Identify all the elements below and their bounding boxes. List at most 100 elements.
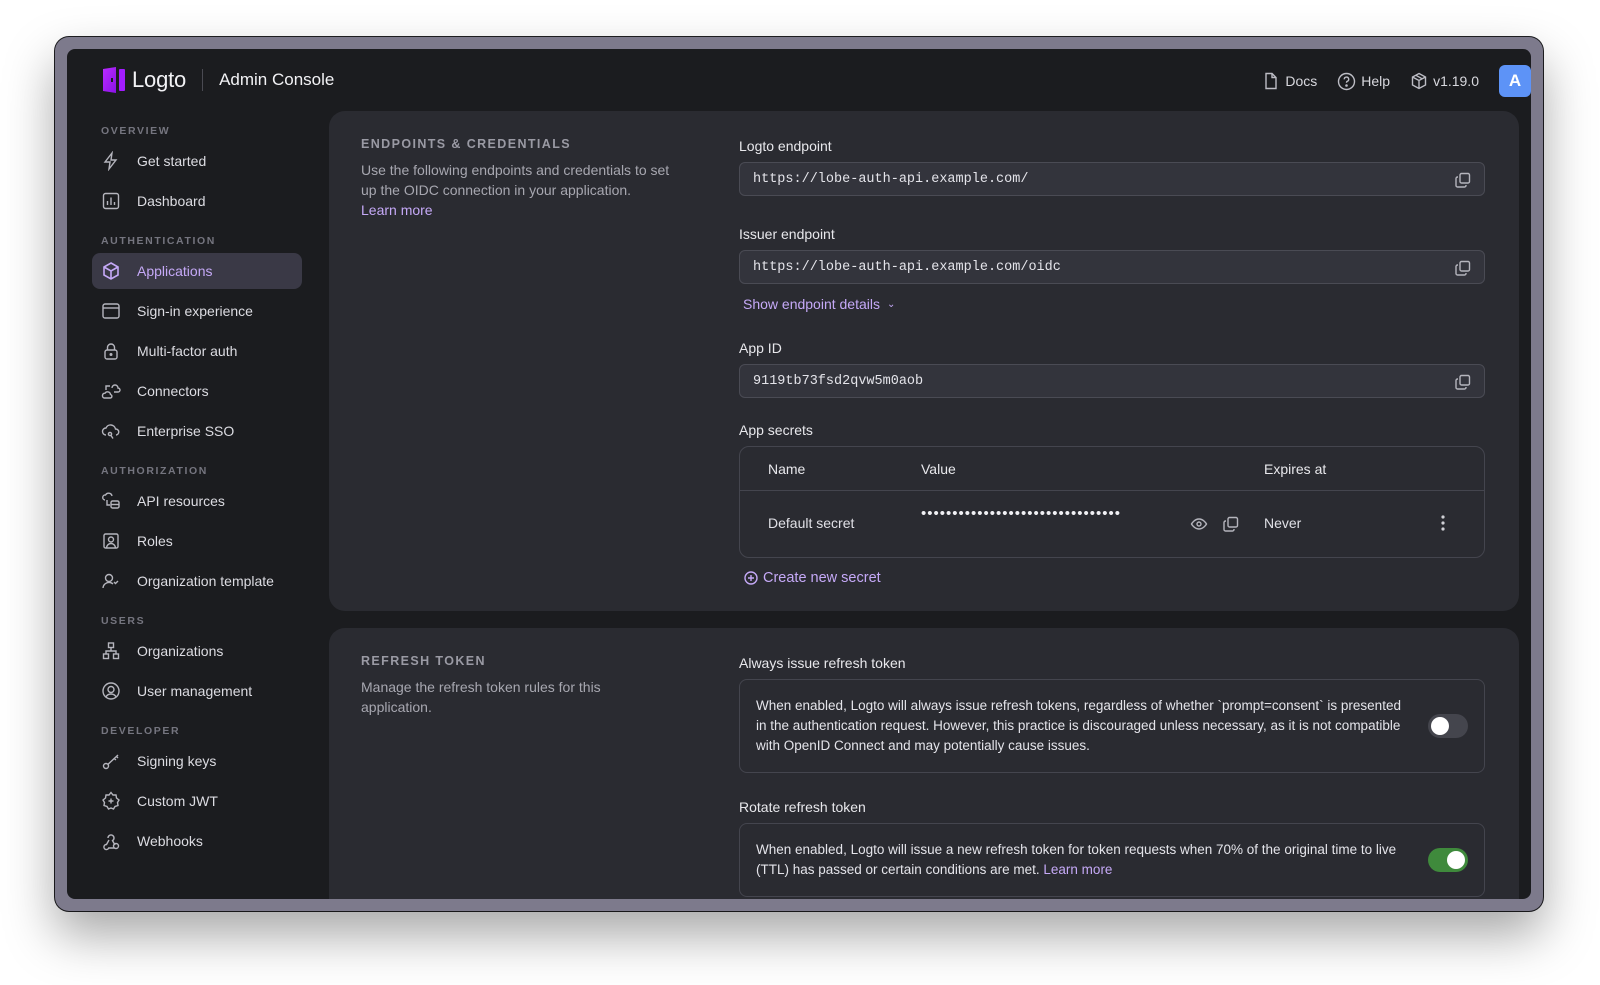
sidebar-item-get-started[interactable]: Get started	[92, 143, 302, 179]
package-icon	[1411, 72, 1427, 90]
sidebar-item-label: Sign-in experience	[137, 303, 253, 319]
show-endpoint-details-button[interactable]: Show endpoint details ⌄	[743, 296, 1485, 312]
rotate-toggle[interactable]	[1428, 848, 1468, 872]
main-content: ENDPOINTS & CREDENTIALS Use the followin…	[329, 111, 1531, 899]
user-circle-icon	[102, 682, 120, 700]
endpoints-credentials-card: ENDPOINTS & CREDENTIALS Use the followin…	[329, 111, 1519, 611]
card-intro: ENDPOINTS & CREDENTIALS Use the followin…	[361, 137, 681, 220]
app-id-value: 9119tb73fsd2qvw5m0aob	[753, 373, 924, 389]
table-row: Default secret •••••••••••••••••••••••••…	[740, 491, 1484, 557]
sidebar-item-roles[interactable]: Roles	[92, 523, 302, 559]
always-issue-description: When enabled, Logto will always issue re…	[756, 698, 1401, 753]
logto-endpoint-field[interactable]: https://lobe-auth-api.example.com/	[739, 162, 1485, 196]
description-text: Use the following endpoints and credenti…	[361, 162, 670, 198]
sidebar-item-user-management[interactable]: User management	[92, 673, 302, 709]
lightning-icon	[103, 151, 118, 171]
user-avatar[interactable]: A	[1499, 65, 1531, 97]
issuer-endpoint-field[interactable]: https://lobe-auth-api.example.com/oidc	[739, 250, 1485, 284]
rotate-setting: When enabled, Logto will issue a new ref…	[739, 823, 1485, 897]
docs-label: Docs	[1285, 73, 1318, 89]
sidebar-item-label: Dashboard	[137, 193, 206, 209]
cloud-key-icon	[101, 424, 120, 439]
card-heading: REFRESH TOKEN	[361, 654, 486, 668]
sidebar-item-multi-factor-auth[interactable]: Multi-factor auth	[92, 333, 302, 369]
sidebar-item-label: Custom JWT	[137, 793, 218, 809]
help-label: Help	[1361, 73, 1391, 89]
sidebar-item-custom-jwt[interactable]: Custom JWT	[92, 783, 302, 819]
top-bar: Logto Admin Console Docs Help v1.19.0 A	[67, 49, 1531, 111]
sidebar-item-label: Roles	[137, 533, 173, 549]
sidebar-item-dashboard[interactable]: Dashboard	[92, 183, 302, 219]
sidebar-item-sign-in-experience[interactable]: Sign-in experience	[92, 293, 302, 329]
sidebar-item-connectors[interactable]: Connectors	[92, 373, 302, 409]
column-header-expires: Expires at	[1264, 461, 1327, 477]
card-description: Manage the refresh token rules for this …	[361, 679, 601, 715]
create-new-secret-label: Create new secret	[763, 570, 881, 586]
top-actions: Docs Help v1.19.0 A	[1262, 65, 1531, 97]
cube-icon	[103, 262, 119, 280]
section-authentication: AUTHENTICATION	[101, 235, 216, 247]
brand-divider	[202, 69, 204, 91]
card-description: Use the following endpoints and credenti…	[361, 160, 681, 220]
eye-icon[interactable]	[1190, 515, 1208, 536]
connectors-icon	[101, 384, 121, 399]
secret-expires: Never	[1264, 515, 1302, 531]
sidebar-item-label: Organizations	[137, 643, 224, 659]
sidebar-item-label: Connectors	[137, 383, 209, 399]
issuer-endpoint-value: https://lobe-auth-api.example.com/oidc	[753, 259, 1061, 275]
app-id-field[interactable]: 9119tb73fsd2qvw5m0aob	[739, 364, 1485, 398]
sidebar-item-label: Get started	[137, 153, 207, 169]
help-circle-icon	[1338, 72, 1356, 90]
bar-chart-icon	[102, 192, 120, 210]
version-label: v1.19.0	[1433, 73, 1479, 89]
sidebar-item-signing-keys[interactable]: Signing keys	[92, 743, 302, 779]
sidebar-item-applications[interactable]: Applications	[92, 253, 302, 289]
secret-value-masked: ••••••••••••••••••••••••••••••••	[921, 505, 1122, 522]
docs-link[interactable]: Docs	[1262, 72, 1317, 90]
sidebar-item-api-resources[interactable]: API resources	[92, 483, 302, 519]
sidebar-item-label: Multi-factor auth	[137, 343, 238, 359]
credentials-form: Logto endpoint https://lobe-auth-api.exa…	[739, 136, 1485, 586]
help-link[interactable]: Help	[1337, 72, 1390, 91]
sidebar-item-label: User management	[137, 683, 253, 699]
rotate-learn-more-link[interactable]: Learn more	[1043, 862, 1112, 877]
sidebar-item-organization-template[interactable]: Organization template	[92, 563, 302, 599]
column-header-name: Name	[768, 461, 806, 477]
create-new-secret-button[interactable]: Create new secret	[744, 570, 1485, 586]
sidebar-item-label: Applications	[137, 263, 213, 279]
learn-more-link[interactable]: Learn more	[361, 202, 433, 218]
cloud-database-icon	[102, 492, 120, 509]
copy-icon[interactable]	[1222, 515, 1240, 536]
always-issue-toggle[interactable]	[1428, 714, 1468, 738]
logo-text: Logto	[132, 67, 187, 92]
sidebar-item-label: Enterprise SSO	[137, 423, 235, 439]
org-chart-icon	[102, 642, 120, 660]
copy-icon[interactable]	[1454, 171, 1472, 189]
card-heading: ENDPOINTS & CREDENTIALS	[361, 137, 571, 151]
sidebar: OVERVIEW Get started Dashboard AUTHENTIC…	[92, 121, 302, 863]
webhook-icon	[103, 834, 120, 851]
sidebar-item-organizations[interactable]: Organizations	[92, 633, 302, 669]
rotate-label: Rotate refresh token	[739, 799, 866, 815]
sidebar-item-enterprise-sso[interactable]: Enterprise SSO	[92, 413, 302, 449]
sidebar-item-label: Webhooks	[137, 833, 203, 849]
plus-circle-icon	[744, 571, 758, 585]
column-header-value: Value	[921, 461, 956, 477]
issuer-endpoint-label: Issuer endpoint	[739, 226, 835, 242]
secret-name: Default secret	[768, 515, 855, 531]
section-developer: DEVELOPER	[101, 725, 181, 737]
table-header: Name Value Expires at	[740, 447, 1484, 491]
section-users: USERS	[101, 615, 146, 627]
always-issue-setting: When enabled, Logto will always issue re…	[739, 679, 1485, 773]
sidebar-item-webhooks[interactable]: Webhooks	[92, 823, 302, 859]
app-secrets-label: App secrets	[739, 422, 813, 438]
version-link[interactable]: v1.19.0	[1410, 72, 1479, 90]
lock-icon	[104, 343, 118, 360]
browser-window-icon	[102, 303, 120, 319]
document-icon	[1265, 72, 1278, 90]
copy-icon[interactable]	[1454, 373, 1472, 391]
always-issue-label: Always issue refresh token	[739, 655, 906, 671]
app-id-label: App ID	[739, 340, 782, 356]
copy-icon[interactable]	[1454, 259, 1472, 277]
more-options-icon[interactable]	[1440, 513, 1446, 536]
